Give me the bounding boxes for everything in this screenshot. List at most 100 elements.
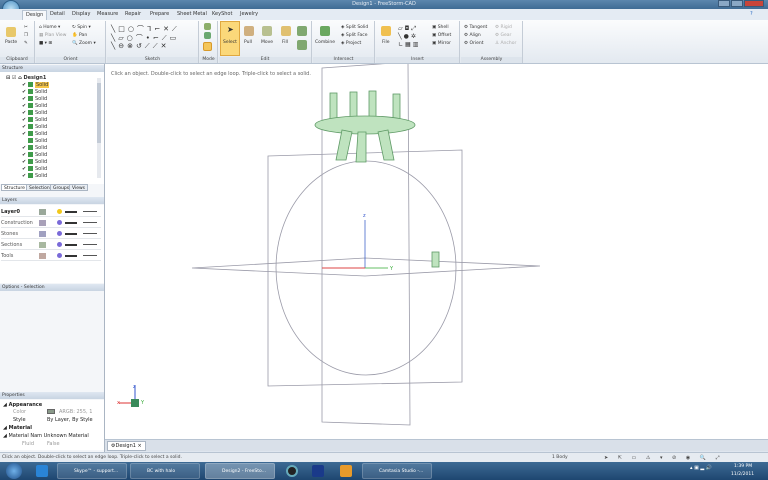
- line-weight-dropdown[interactable]: [65, 255, 77, 257]
- copy-icon[interactable]: ❐: [24, 33, 28, 38]
- tree-item-solid[interactable]: ✔ Solid: [22, 103, 47, 110]
- combine-button[interactable]: Combine: [315, 40, 335, 45]
- lightbulb-icon[interactable]: [57, 231, 62, 236]
- clock-time[interactable]: 1:39 PM: [734, 464, 752, 469]
- mirror-button[interactable]: ▣ Mirror: [432, 41, 451, 46]
- line-style-dropdown[interactable]: [83, 211, 97, 212]
- clock-date[interactable]: 11/2/2011: [731, 472, 754, 477]
- tab-views[interactable]: Views: [69, 184, 89, 191]
- tree-root[interactable]: ⊟ ☑ ⌂ Design1: [6, 75, 46, 82]
- tab-measure[interactable]: Measure: [97, 11, 118, 17]
- scrollbar-thumb[interactable]: [97, 83, 101, 143]
- 3d-viewport[interactable]: z Y x z Y: [105, 64, 768, 439]
- tree-item-solid[interactable]: ✔ Solid: [22, 82, 50, 89]
- visibility-checkbox[interactable]: ✔: [22, 124, 26, 131]
- appearance-category[interactable]: ◢ Appearance: [3, 402, 42, 408]
- tab-selection[interactable]: Selection: [26, 184, 53, 191]
- taskbar-skype[interactable]: Skype™ - support...: [57, 463, 127, 479]
- tab-keyshot[interactable]: KeyShot: [212, 11, 232, 17]
- lightbulb-icon[interactable]: [57, 209, 62, 214]
- layer-color-swatch[interactable]: [39, 231, 46, 237]
- ie-icon[interactable]: [36, 465, 48, 477]
- blend-icon[interactable]: [297, 40, 307, 50]
- format-painter-icon[interactable]: ✎: [24, 41, 28, 46]
- line-weight-dropdown[interactable]: [65, 233, 77, 235]
- insert-tools-row-3[interactable]: ∟▦▥: [398, 41, 420, 48]
- fluid-value[interactable]: False: [47, 441, 60, 447]
- visibility-checkbox[interactable]: ✔: [22, 110, 26, 117]
- cut-icon[interactable]: ✂: [24, 25, 28, 30]
- taskbar-folder[interactable]: BC with halo: [130, 463, 200, 479]
- tree-item-solid[interactable]: ✔ Solid: [22, 117, 47, 124]
- visibility-checkbox[interactable]: ✔: [22, 89, 26, 96]
- tab-jewelry[interactable]: Jewelry: [240, 11, 258, 17]
- taskbar-design2[interactable]: Design2 - FreeSto...: [205, 463, 275, 479]
- tab-repair[interactable]: Repair: [125, 11, 141, 17]
- split-face-button[interactable]: ◈ Split Face: [341, 33, 368, 38]
- tree-item-solid[interactable]: ✔ Solid: [22, 166, 47, 173]
- tangent-button[interactable]: ⚙ Tangent: [464, 25, 487, 30]
- help-icon[interactable]: ?: [750, 11, 753, 17]
- tree-scrollbar[interactable]: [97, 78, 101, 178]
- section-mode-icon[interactable]: [204, 32, 211, 39]
- 3d-mode-icon[interactable]: [203, 42, 212, 51]
- media-icon[interactable]: [340, 465, 352, 477]
- tree-item-solid[interactable]: ✔ Solid: [22, 110, 47, 117]
- layer-color-swatch[interactable]: [39, 253, 46, 259]
- tree-item-solid[interactable]: ✔ Solid: [22, 159, 47, 166]
- tab-detail[interactable]: Detail: [50, 11, 65, 17]
- photoshop-icon[interactable]: [312, 465, 324, 477]
- offset-button[interactable]: ▣ Offset: [432, 33, 451, 38]
- sketch-tools-row-3[interactable]: ╲⊖⊗↺⟋⟋✕: [111, 42, 169, 51]
- move-button[interactable]: Move: [261, 40, 273, 45]
- paste-button[interactable]: Paste: [5, 40, 17, 45]
- shell-button[interactable]: ▣ Shell: [432, 25, 449, 30]
- line-style-dropdown[interactable]: [83, 255, 97, 256]
- visibility-checkbox[interactable]: ✔: [22, 103, 26, 110]
- minimize-button[interactable]: [718, 0, 730, 7]
- material-name-value[interactable]: Unknown Material: [44, 433, 89, 439]
- line-weight-dropdown[interactable]: [65, 211, 77, 213]
- layer-row[interactable]: Sections: [1, 240, 101, 250]
- lightbulb-icon[interactable]: [57, 242, 62, 247]
- visibility-checkbox[interactable]: ✔: [22, 152, 26, 159]
- tree-item-solid[interactable]: ✔ Solid: [22, 89, 47, 96]
- lightbulb-icon[interactable]: [57, 253, 62, 258]
- tree-item-solid[interactable]: ✔ Solid: [22, 173, 47, 180]
- visibility-checkbox[interactable]: ✔: [22, 173, 26, 180]
- tab-display[interactable]: Display: [72, 11, 90, 17]
- spin-button[interactable]: ↻ Spin ▾: [72, 25, 91, 30]
- split-solid-button[interactable]: ◈ Split Solid: [341, 25, 368, 30]
- select-button[interactable]: ➤ Select: [220, 21, 240, 56]
- fill-button[interactable]: Fill: [282, 40, 288, 45]
- line-weight-dropdown[interactable]: [65, 222, 77, 224]
- gear-button[interactable]: ⚙ Gear: [495, 33, 511, 38]
- insert-tools-row-2[interactable]: ╲●✲: [398, 33, 418, 40]
- visibility-checkbox[interactable]: ✔: [22, 82, 26, 89]
- layer-row[interactable]: Layer0: [1, 207, 101, 217]
- style-value[interactable]: By Layer, By Style: [47, 417, 93, 423]
- tree-item-solid[interactable]: ✔ Solid: [22, 145, 47, 152]
- plan-view-button[interactable]: ▦ Plan View: [39, 33, 66, 38]
- color-value[interactable]: ARGB: 255, 1: [59, 409, 92, 415]
- material-category[interactable]: ◢ Material: [3, 425, 32, 431]
- maximize-button[interactable]: [731, 0, 743, 7]
- tree-item-solid[interactable]: ✔ Solid: [22, 124, 47, 131]
- visibility-checkbox[interactable]: ✔: [22, 166, 26, 173]
- align-button[interactable]: ⚙ Align: [464, 33, 481, 38]
- layer-color-swatch[interactable]: [39, 220, 46, 226]
- insert-tools-row-1[interactable]: ▱◘⤢: [398, 25, 418, 33]
- visibility-checkbox[interactable]: ✔: [22, 131, 26, 138]
- tab-structure[interactable]: Structure: [1, 184, 28, 191]
- layer-color-swatch[interactable]: [39, 242, 46, 248]
- color-swatch[interactable]: [47, 409, 55, 414]
- tab-design[interactable]: Design: [22, 10, 48, 20]
- layer-row[interactable]: Tools: [1, 251, 101, 261]
- rigid-button[interactable]: ⚙ Rigid: [495, 25, 512, 30]
- tree-item-solid[interactable]: ✔ Solid: [22, 96, 47, 103]
- close-button[interactable]: [744, 0, 764, 7]
- orient-button[interactable]: ⚙ Orient: [464, 41, 484, 46]
- visibility-checkbox[interactable]: ✔: [22, 96, 26, 103]
- tree-item-solid[interactable]: Solid: [22, 138, 47, 145]
- pan-button[interactable]: ✋ Pan: [72, 33, 87, 38]
